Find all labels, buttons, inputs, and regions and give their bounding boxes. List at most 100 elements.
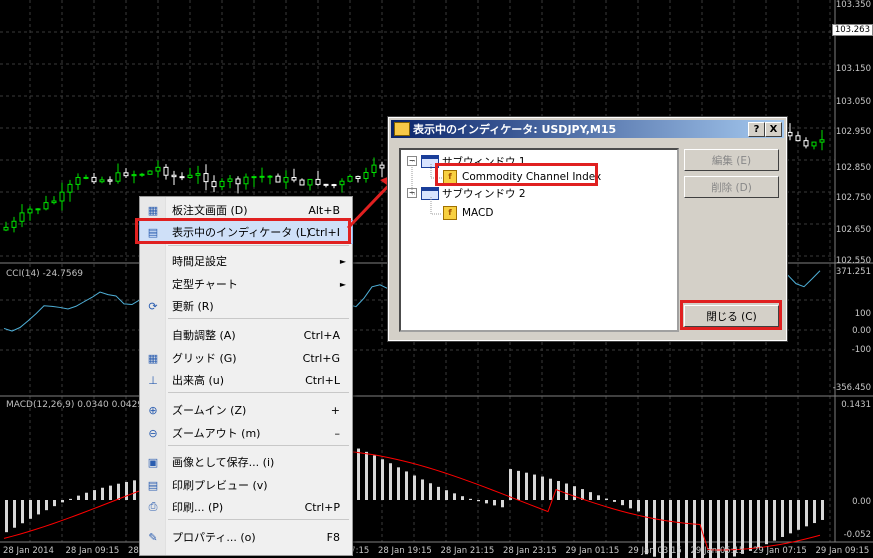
macd-bar: [533, 474, 536, 500]
macd-bar: [381, 459, 384, 500]
refresh-icon: ⟳: [148, 299, 158, 313]
cci-label: CCI(14) -24.7569: [6, 269, 84, 279]
help-button[interactable]: ?: [748, 122, 765, 137]
candle-body: [203, 173, 209, 183]
delete-button[interactable]: 削除 (D): [684, 176, 779, 198]
indicators-dialog: 表示中のインディケータ: USDJPY,M15 ? X − サブウィンドウ 1 …: [387, 116, 788, 342]
macd-bar: [453, 493, 456, 500]
candle-body: [179, 176, 185, 179]
tree-label-cci: Commodity Channel Index: [462, 171, 602, 183]
candle-body: [75, 177, 81, 185]
close-icon[interactable]: X: [765, 122, 782, 137]
candle-body: [195, 173, 201, 176]
cci-tick: 100: [854, 309, 871, 319]
dialog-title: 表示中のインディケータ: USDJPY,M15: [413, 123, 617, 136]
macd-bar: [565, 483, 568, 500]
price-tick: 103.050: [835, 97, 871, 107]
menu-item-1[interactable]: ▦ 板注文画面 (D) Alt+B: [140, 199, 352, 221]
candle-body: [115, 172, 121, 182]
menu-item-8[interactable]: ⊥ 出来高 (u) Ctrl+L: [140, 369, 352, 391]
menu-item-14[interactable]: ✎ プロパティ... (o) F8: [140, 526, 352, 548]
zoom-in-icon: ⊕: [148, 403, 158, 417]
macd-bar: [749, 500, 752, 551]
macd-bar: [821, 500, 824, 520]
menu-item-label: ズームアウト (m): [172, 427, 261, 440]
menu-item-2[interactable]: ▤ 表示中のインディケータ (L) Ctrl+I: [139, 220, 353, 244]
menu-item-12[interactable]: ▤ 印刷プレビュー (v): [140, 474, 352, 496]
menu-item-4[interactable]: 定型チャート ►: [140, 273, 352, 295]
candle-body: [171, 174, 177, 178]
menu-item-11[interactable]: ▣ 画像として保存... (i): [140, 451, 352, 473]
macd-bar: [757, 500, 760, 548]
macd-bar: [629, 500, 632, 509]
macd-bar: [765, 500, 768, 545]
menu-separator: [168, 445, 349, 446]
candle-body: [123, 172, 129, 177]
grid-icon: ▦: [147, 351, 159, 365]
candle-body: [27, 208, 33, 214]
macd-bar: [5, 500, 8, 533]
candle-body: [243, 176, 249, 185]
candle-body: [83, 176, 89, 179]
macd-bar: [29, 500, 32, 519]
macd-bar: [517, 470, 520, 500]
macd-bar: [405, 471, 408, 500]
time-tick: 29 Jan 03:15: [628, 546, 682, 556]
candle-body: [811, 141, 817, 147]
menu-item-label: グリッド (G): [172, 352, 237, 365]
candle-body: [251, 176, 257, 179]
candle-body: [299, 179, 305, 186]
macd-tick: 0.00: [852, 497, 871, 507]
macd-bar: [373, 455, 376, 500]
macd-bar: [101, 487, 104, 500]
macd-bar: [789, 500, 792, 534]
zoom-out-icon: ⊖: [148, 426, 158, 440]
indicator-tree[interactable]: − サブウィンドウ 1 f Commodity Channel Index − …: [399, 148, 679, 332]
macd-bar: [461, 496, 464, 500]
macd-bar: [501, 500, 504, 508]
time-tick: 28 Jan 21:15: [440, 546, 495, 556]
menu-separator: [168, 392, 349, 393]
menu-item-3[interactable]: 時間足設定 ►: [140, 250, 352, 272]
context-menu: ▦ 板注文画面 (D) Alt+B ▤ 表示中のインディケータ (L) Ctrl+I 時間足…: [139, 196, 353, 556]
candle-body: [259, 175, 265, 178]
candle-body: [91, 176, 97, 183]
macd-bar: [797, 500, 800, 530]
candle-body: [331, 184, 337, 187]
candle-body: [155, 166, 161, 172]
menu-item-shortcut: F8: [326, 530, 340, 544]
menu-item-7[interactable]: ▦ グリッド (G) Ctrl+G: [140, 347, 352, 369]
menu-item-label: 印刷プレビュー (v): [172, 479, 268, 492]
macd-bar: [605, 498, 608, 500]
print-icon: ⎙: [148, 500, 158, 513]
macd-bar: [45, 500, 48, 511]
menu-item-label: 表示中のインディケータ (L): [172, 226, 311, 239]
candle-body: [795, 135, 801, 142]
macd-bar: [773, 500, 776, 541]
properties-icon: ✎: [148, 530, 158, 544]
tree-item-cci[interactable]: f Commodity Channel Index: [443, 169, 601, 185]
menu-separator: [168, 245, 349, 246]
current-price-tag: 103.263: [831, 24, 873, 36]
time-tick: 28 Jan 19:15: [378, 546, 432, 556]
macd-bar: [549, 478, 552, 500]
menu-item-10[interactable]: ⊖ ズームアウト (m) –: [140, 422, 352, 444]
candle-body: [803, 140, 809, 147]
candle-body: [11, 220, 17, 228]
edit-button[interactable]: 編集 (E): [684, 149, 779, 171]
macd-bar: [805, 500, 808, 527]
tree-label-macd: MACD: [462, 207, 494, 219]
menu-item-13[interactable]: ⎙ 印刷... (P) Ctrl+P: [140, 496, 352, 518]
menu-item-9[interactable]: ⊕ ズームイン (Z) +: [140, 399, 352, 421]
candle-body: [787, 131, 793, 137]
dialog-titlebar[interactable]: 表示中のインディケータ: USDJPY,M15: [391, 120, 784, 138]
price-tick: 102.650: [835, 225, 871, 235]
menu-item-5[interactable]: ⟳ 更新 (R): [140, 295, 352, 317]
macd-bar: [69, 498, 72, 500]
menu-item-6[interactable]: 自動調整 (A) Ctrl+A: [140, 324, 352, 346]
candle-body: [19, 212, 25, 222]
menu-item-label: 時間足設定: [172, 255, 227, 268]
macd-bar: [37, 500, 40, 515]
macd-tick: -0.052: [843, 530, 871, 540]
close-dialog-button[interactable]: 閉じる (C): [684, 305, 779, 327]
